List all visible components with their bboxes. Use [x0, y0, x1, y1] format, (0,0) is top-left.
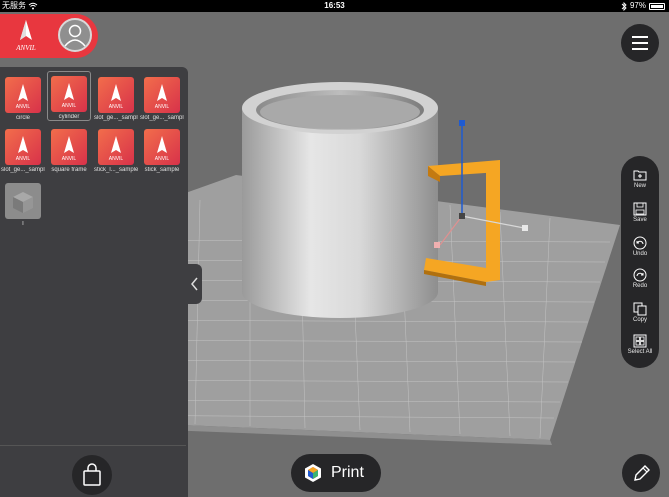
shopping-bag-icon [83, 463, 101, 486]
new-button[interactable]: New [621, 168, 659, 189]
y-axis-handle [434, 242, 440, 248]
library-item-t[interactable]: T [1, 183, 45, 227]
library-item-label: stick_sample [144, 167, 180, 173]
svg-text:ANVIL: ANVIL [62, 103, 77, 109]
anvil-logo[interactable]: ANVIL [6, 18, 46, 54]
model-library-panel: ANVIL circle ANVIL cylinder ANVIL slot_g… [0, 67, 188, 497]
library-item-label: slot_ge..._sample [1, 167, 45, 173]
copy-button[interactable]: Copy [621, 302, 659, 323]
anvil-thumbnail-icon: ANVIL [98, 129, 134, 165]
bluetooth-icon [621, 1, 627, 11]
print-logo-icon [305, 464, 321, 482]
svg-text:ANVIL: ANVIL [109, 104, 124, 110]
library-item-slot-ge-3[interactable]: ANVIL slot_ge..._sample [1, 129, 45, 173]
library-item-slot-ge-1[interactable]: ANVIL slot_ge..._sample [94, 77, 138, 121]
hamburger-menu-icon [632, 36, 648, 50]
logo-wordmark: ANVIL [15, 44, 36, 52]
library-item-slot-ge-2[interactable]: ANVIL slot_ge..._sample [140, 77, 184, 121]
anvil-thumbnail-icon: ANVIL [5, 129, 41, 165]
cylinder-model[interactable] [242, 82, 438, 318]
battery-icon [649, 2, 665, 10]
status-bar: 无服务 16:53 97% [0, 0, 669, 12]
svg-text:ANVIL: ANVIL [155, 156, 170, 162]
user-icon [64, 24, 86, 47]
select-all-icon [633, 334, 647, 348]
anvil-thumbnail-icon: ANVIL [51, 129, 87, 165]
save-label: Save [633, 217, 647, 223]
library-item-square-frame[interactable]: ANVIL square frame [47, 129, 91, 173]
library-item-stick-l[interactable]: ANVIL stick_l..._sample [94, 129, 138, 173]
chevron-left-icon [191, 277, 198, 291]
redo-label: Redo [632, 283, 648, 289]
library-item-label: square frame [51, 167, 87, 173]
shop-button[interactable] [72, 455, 112, 495]
library-item-label: T [21, 221, 25, 227]
redo-button[interactable]: Redo [621, 268, 659, 289]
library-item-label: stick_l..._sample [94, 167, 138, 173]
copy-icon [633, 302, 647, 316]
library-item-circle[interactable]: ANVIL circle [1, 77, 45, 121]
save-icon [633, 202, 647, 216]
battery-percent: 97% [629, 1, 646, 10]
save-button[interactable]: Save [621, 202, 659, 223]
svg-text:ANVIL: ANVIL [155, 104, 170, 110]
select-all-label: Select All [627, 349, 653, 355]
z-axis-handle [459, 120, 465, 126]
svg-text:ANVIL: ANVIL [62, 156, 77, 162]
new-label: New [633, 183, 646, 189]
undo-label: Undo [632, 251, 648, 257]
anvil-thumbnail-icon: ANVIL [144, 129, 180, 165]
collapse-panel-button[interactable] [188, 264, 202, 304]
status-time: 16:53 [324, 1, 345, 10]
menu-button[interactable] [621, 24, 659, 62]
anvil-thumbnail-icon: ANVIL [5, 77, 41, 113]
undo-button[interactable]: Undo [621, 236, 659, 257]
copy-label: Copy [632, 317, 647, 323]
undo-icon [633, 236, 647, 250]
new-folder-icon [633, 170, 647, 181]
library-item-label: slot_ge..._sample [140, 115, 184, 121]
status-right: 97% [621, 0, 665, 12]
edit-toolbar: New Save Undo Redo Copy Select All [621, 156, 659, 368]
edit-button[interactable] [622, 454, 660, 492]
library-item-label: cylinder [58, 114, 80, 120]
svg-text:ANVIL: ANVIL [16, 104, 31, 110]
panel-divider [0, 445, 186, 446]
x-axis-handle [522, 225, 528, 231]
select-all-button[interactable]: Select All [621, 334, 659, 355]
anvil-thumbnail-icon: ANVIL [51, 76, 87, 112]
redo-icon [633, 268, 647, 282]
svg-text:ANVIL: ANVIL [16, 156, 31, 162]
model-thumbnail-icon [5, 183, 41, 219]
anvil-thumbnail-icon: ANVIL [98, 77, 134, 113]
anvil-thumbnail-icon: ANVIL [144, 77, 180, 113]
svg-text:ANVIL: ANVIL [109, 156, 124, 162]
print-button[interactable]: Print [291, 454, 381, 492]
library-item-label: circle [15, 115, 30, 121]
pencil-icon [634, 465, 650, 481]
library-item-stick-sample[interactable]: ANVIL stick_sample [140, 129, 184, 173]
print-label: Print [331, 464, 364, 481]
library-item-label: slot_ge..._sample [94, 115, 138, 121]
brand-header: ANVIL [0, 14, 98, 58]
library-item-cylinder[interactable]: ANVIL cylinder [47, 71, 91, 121]
user-avatar[interactable] [58, 18, 92, 52]
